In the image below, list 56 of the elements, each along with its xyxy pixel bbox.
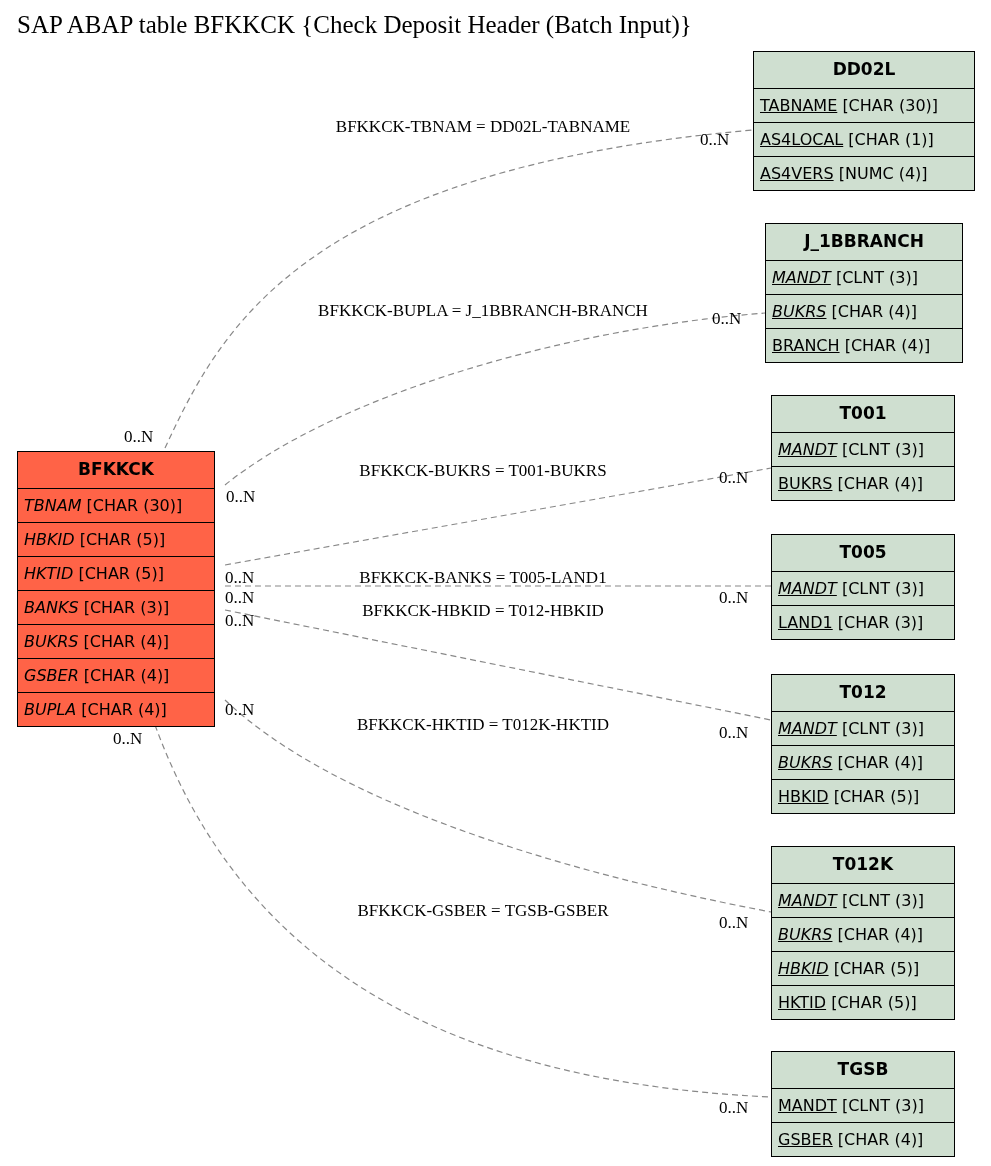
field-row: HKTID [CHAR (5)]: [17, 557, 215, 591]
field-row: BUKRS [CHAR (4)]: [765, 295, 963, 329]
cardinality-label: 0..N: [712, 308, 742, 330]
table-header: BFKKCK: [17, 451, 215, 489]
field-row: BRANCH [CHAR (4)]: [765, 329, 963, 363]
field-row: BANKS [CHAR (3)]: [17, 591, 215, 625]
table-header: J_1BBRANCH: [765, 223, 963, 261]
table-header: T005: [771, 534, 955, 572]
field-row: AS4VERS [NUMC (4)]: [753, 157, 975, 191]
cardinality-label: 0..N: [719, 722, 749, 744]
cardinality-label: 0..N: [700, 129, 730, 151]
cardinality-label: 0..N: [225, 587, 255, 609]
field-row: HBKID [CHAR (5)]: [771, 952, 955, 986]
field-row: MANDT [CLNT (3)]: [765, 261, 963, 295]
relation-label: BFKKCK-BUKRS = T001-BUKRS: [359, 460, 607, 482]
field-row: BUPLA [CHAR (4)]: [17, 693, 215, 727]
relation-label: BFKKCK-HKTID = T012K-HKTID: [357, 714, 609, 736]
table-header: T001: [771, 395, 955, 433]
cardinality-label: 0..N: [124, 426, 154, 448]
relation-label: BFKKCK-BUPLA = J_1BBRANCH-BRANCH: [318, 300, 648, 322]
field-row: HBKID [CHAR (5)]: [771, 780, 955, 814]
field-row: HKTID [CHAR (5)]: [771, 986, 955, 1020]
field-row: TBNAM [CHAR (30)]: [17, 489, 215, 523]
cardinality-label: 0..N: [226, 486, 256, 508]
field-row: BUKRS [CHAR (4)]: [771, 918, 955, 952]
table-header: TGSB: [771, 1051, 955, 1089]
cardinality-label: 0..N: [719, 587, 749, 609]
field-row: HBKID [CHAR (5)]: [17, 523, 215, 557]
field-row: MANDT [CLNT (3)]: [771, 572, 955, 606]
field-row: TABNAME [CHAR (30)]: [753, 89, 975, 123]
cardinality-label: 0..N: [225, 610, 255, 632]
cardinality-label: 0..N: [719, 1097, 749, 1119]
field-row: MANDT [CLNT (3)]: [771, 712, 955, 746]
diagram-title: SAP ABAP table BFKKCK {Check Deposit Header (Batch Input)}: [17, 10, 692, 41]
table-header: T012: [771, 674, 955, 712]
table-header: T012K: [771, 846, 955, 884]
cardinality-label: 0..N: [225, 699, 255, 721]
field-row: MANDT [CLNT (3)]: [771, 1089, 955, 1123]
relation-label: BFKKCK-HBKID = T012-HBKID: [362, 600, 604, 622]
field-row: BUKRS [CHAR (4)]: [17, 625, 215, 659]
field-row: BUKRS [CHAR (4)]: [771, 467, 955, 501]
cardinality-label: 0..N: [113, 728, 143, 750]
relation-label: BFKKCK-GSBER = TGSB-GSBER: [357, 900, 609, 922]
field-row: GSBER [CHAR (4)]: [17, 659, 215, 693]
field-row: AS4LOCAL [CHAR (1)]: [753, 123, 975, 157]
field-row: LAND1 [CHAR (3)]: [771, 606, 955, 640]
cardinality-label: 0..N: [225, 567, 255, 589]
table-header: DD02L: [753, 51, 975, 89]
relation-label: BFKKCK-TBNAM = DD02L-TABNAME: [335, 116, 631, 138]
field-row: GSBER [CHAR (4)]: [771, 1123, 955, 1157]
cardinality-label: 0..N: [719, 467, 749, 489]
field-row: MANDT [CLNT (3)]: [771, 433, 955, 467]
field-row: MANDT [CLNT (3)]: [771, 884, 955, 918]
field-row: BUKRS [CHAR (4)]: [771, 746, 955, 780]
cardinality-label: 0..N: [719, 912, 749, 934]
relation-label: BFKKCK-BANKS = T005-LAND1: [359, 567, 607, 589]
